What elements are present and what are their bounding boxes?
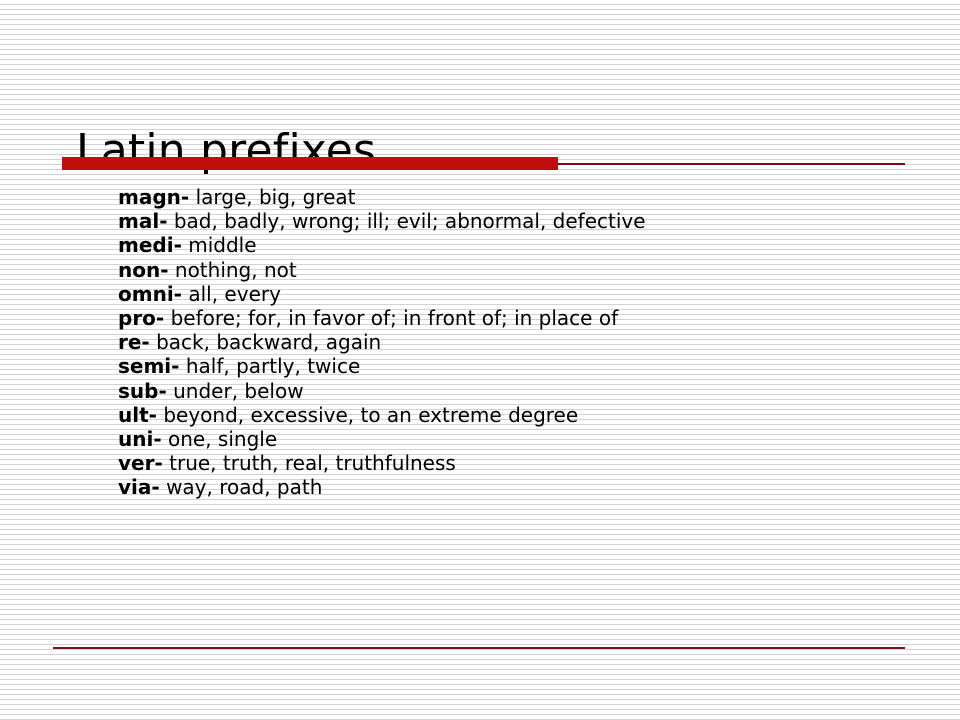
- list-item: uni- one, single: [118, 427, 918, 451]
- prefix-term: mal-: [118, 209, 168, 234]
- footer-divider-rule: [53, 647, 905, 649]
- list-item: medi- middle: [118, 233, 918, 257]
- prefix-term: uni-: [118, 427, 162, 452]
- prefix-definition: half, partly, twice: [185, 354, 361, 379]
- slide-canvas: Latin prefixes magn- large, big, great ma…: [0, 0, 960, 720]
- list-item: omni- all, every: [118, 282, 918, 306]
- list-item: non- nothing, not: [118, 258, 918, 282]
- list-item: semi- half, partly, twice: [118, 354, 918, 378]
- prefix-definition: beyond, excessive, to an extreme degree: [163, 402, 579, 427]
- list-item: ver- true, truth, real, truthfulness: [118, 451, 918, 475]
- prefix-term: magn-: [118, 185, 190, 209]
- prefix-term: non-: [118, 257, 169, 282]
- prefix-definition: way, road, path: [166, 475, 323, 500]
- list-item: re- back, backward, again: [118, 330, 918, 354]
- list-item: pro- before; for, in favor of; in front …: [118, 306, 918, 330]
- prefix-term: ult-: [118, 402, 157, 427]
- list-item: magn- large, big, great: [118, 185, 918, 209]
- list-item: via- way, road, path: [118, 475, 918, 499]
- prefix-term: semi-: [118, 354, 180, 379]
- title-accent-bar: [62, 157, 558, 170]
- prefix-term: ver-: [118, 451, 163, 476]
- prefix-definition: back, backward, again: [156, 330, 382, 355]
- prefix-term: sub-: [118, 378, 167, 403]
- list-item: ult- beyond, excessive, to an extreme de…: [118, 403, 918, 427]
- prefix-definition: all, every: [188, 281, 281, 306]
- prefix-definition: nothing, not: [174, 257, 297, 282]
- prefix-term: re-: [118, 330, 150, 355]
- list-item: mal- bad, badly, wrong; ill; evil; abnor…: [118, 209, 918, 233]
- prefix-definition: bad, badly, wrong; ill; evil; abnormal, …: [173, 209, 646, 234]
- prefix-definition: middle: [188, 233, 257, 258]
- prefix-definition: under, below: [173, 378, 304, 403]
- prefix-definition: one, single: [168, 427, 278, 452]
- prefix-definition: true, truth, real, truthfulness: [169, 451, 456, 476]
- prefix-term: pro-: [118, 306, 165, 331]
- list-item: sub- under, below: [118, 379, 918, 403]
- prefix-definition: large, big, great: [195, 185, 356, 209]
- prefix-term: medi-: [118, 233, 182, 258]
- prefix-definition: before; for, in favor of; in front of; i…: [170, 306, 619, 331]
- prefix-term: omni-: [118, 281, 182, 306]
- prefix-term: via-: [118, 475, 160, 500]
- prefix-definition-list: magn- large, big, great mal- bad, badly, …: [118, 185, 918, 500]
